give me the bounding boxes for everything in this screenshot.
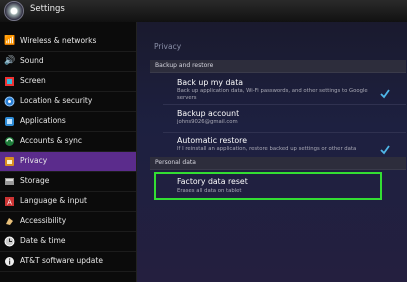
sidebar-item-storage[interactable]: Storage <box>0 172 136 192</box>
speaker-icon: 🔊 <box>4 56 16 66</box>
factory-reset-title: Factory data reset <box>177 177 248 186</box>
sidebar-item-privacy[interactable]: Privacy <box>0 152 136 172</box>
wifi-icon: 📶 <box>4 36 16 46</box>
sidebar-item-wireless[interactable]: 📶 Wireless & networks <box>0 32 136 52</box>
factory-data-reset-setting[interactable]: Factory data reset Erases all data on ta… <box>150 173 406 199</box>
info-icon <box>4 256 15 267</box>
clock-icon <box>4 236 15 247</box>
automatic-restore-title: Automatic restore <box>177 136 248 145</box>
backup-data-title: Back up my data <box>177 78 244 87</box>
settings-app-icon <box>4 1 24 21</box>
location-icon <box>4 96 15 107</box>
svg-text:A: A <box>7 199 12 207</box>
storage-icon <box>4 176 15 187</box>
sidebar-item-accessibility[interactable]: Accessibility <box>0 212 136 232</box>
language-icon: A <box>4 196 15 207</box>
backup-data-checkbox[interactable] <box>380 84 390 99</box>
applications-icon <box>4 116 15 127</box>
sidebar-item-sound[interactable]: 🔊 Sound <box>0 52 136 72</box>
privacy-icon <box>4 156 15 167</box>
page-title: Privacy <box>154 42 182 51</box>
backup-data-summary: Back up application data, Wi-Fi password… <box>177 88 368 101</box>
screen-icon <box>4 76 15 87</box>
sidebar-item-screen[interactable]: Screen <box>0 72 136 92</box>
automatic-restore-summary: If I reinstall an application, restore b… <box>177 146 357 152</box>
section-header-personal-data: Personal data <box>150 157 406 170</box>
settings-sidebar: 📶 Wireless & networks 🔊 Sound Screen Loc… <box>0 22 136 282</box>
section-header-backup: Backup and restore <box>150 60 406 73</box>
app-title: Settings <box>30 4 65 14</box>
sidebar-item-language-input[interactable]: A Language & input <box>0 192 136 212</box>
sidebar-item-software-update[interactable]: AT&T software update <box>0 252 136 272</box>
accessibility-icon <box>4 216 15 227</box>
privacy-pane: Privacy Backup and restore Back up my da… <box>137 22 407 282</box>
automatic-restore-checkbox[interactable] <box>380 140 390 155</box>
factory-reset-summary: Erases all data on tablet <box>177 188 242 194</box>
backup-data-setting[interactable]: Back up my data Back up application data… <box>150 74 406 104</box>
sidebar-item-accounts-sync[interactable]: Accounts & sync <box>0 132 136 152</box>
automatic-restore-setting[interactable]: Automatic restore If I reinstall an appl… <box>150 133 406 155</box>
sidebar-item-location-security[interactable]: Location & security <box>0 92 136 112</box>
backup-account-summary: johns9026@gmail.com <box>177 119 238 125</box>
backup-account-setting[interactable]: Backup account johns9026@gmail.com <box>150 105 406 133</box>
title-bar: Settings <box>0 0 407 22</box>
sidebar-item-applications[interactable]: Applications <box>0 112 136 132</box>
sidebar-item-date-time[interactable]: Date & time <box>0 232 136 252</box>
sync-icon <box>4 136 15 147</box>
backup-account-title: Backup account <box>177 109 240 118</box>
